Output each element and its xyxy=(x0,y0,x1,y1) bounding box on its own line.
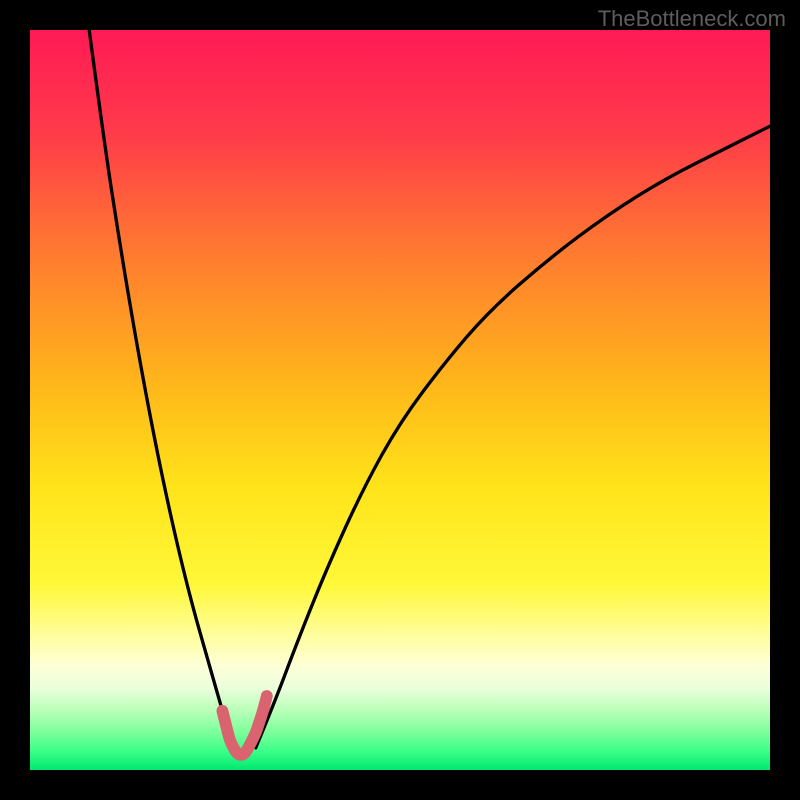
plot-area xyxy=(30,30,770,770)
curve-left xyxy=(89,30,233,748)
chart-container: TheBottleneck.com xyxy=(0,0,800,800)
trough-marker xyxy=(222,696,266,755)
curve-right xyxy=(256,126,770,748)
watermark-text: TheBottleneck.com xyxy=(598,6,786,32)
curve-layer xyxy=(30,30,770,770)
